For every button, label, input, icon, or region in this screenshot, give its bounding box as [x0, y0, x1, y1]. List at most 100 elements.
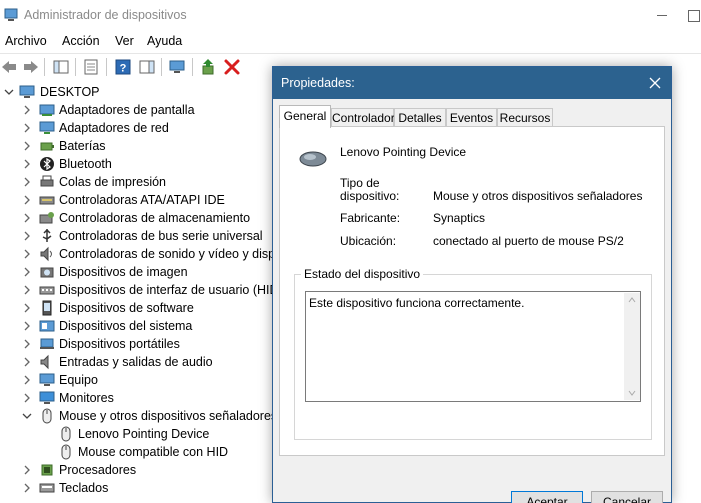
scan-hardware-monitor-icon[interactable] — [168, 58, 186, 76]
cancel-button[interactable]: Cancelar — [591, 491, 663, 503]
maximize-button[interactable] — [684, 6, 701, 24]
battery-icon — [40, 142, 54, 151]
menu-accion[interactable]: Acción — [62, 34, 100, 48]
scroll-up-icon[interactable] — [628, 297, 636, 303]
tree-category[interactable]: Controladoras de bus serie universal — [0, 227, 275, 245]
uninstall-device-icon[interactable] — [223, 58, 241, 76]
tree-item-label: Lenovo Pointing Device — [78, 427, 210, 441]
tab-strip: General Controlador Detalles Eventos Rec… — [279, 105, 667, 128]
tree-item-label: Dispositivos de imagen — [59, 265, 188, 279]
tree-category[interactable]: Dispositivos portátiles — [0, 335, 275, 353]
forward-arrow-icon[interactable] — [22, 58, 40, 76]
chevron-right-icon[interactable] — [22, 302, 32, 314]
computer-icon — [39, 373, 55, 386]
scroll-down-icon[interactable] — [628, 390, 636, 396]
toolbar-separator — [161, 58, 162, 76]
tree-category[interactable]: Dispositivos de interfaz de usuario (HID… — [0, 281, 275, 299]
tree-category[interactable]: Dispositivos de imagen — [0, 263, 275, 281]
help-icon[interactable]: ? — [114, 58, 132, 76]
menu-archivo[interactable]: Archivo — [5, 34, 47, 48]
usb-icon — [42, 228, 52, 242]
tree-root[interactable]: DESKTOP — [0, 83, 275, 101]
tab-controlador[interactable]: Controlador — [331, 108, 395, 127]
tree-item-label: Monitores — [59, 391, 114, 405]
monitor-icon — [39, 391, 55, 404]
tree-child-item[interactable]: Mouse compatible con HID — [0, 443, 275, 461]
chevron-right-icon[interactable] — [22, 194, 32, 206]
tree-item-label: Mouse y otros dispositivos señaladores — [59, 409, 275, 423]
window-titlebar: Administrador de dispositivos — [0, 0, 701, 30]
action-pane-icon[interactable] — [138, 58, 156, 76]
tree-item-label: Bluetooth — [59, 157, 112, 171]
chevron-right-icon[interactable] — [22, 140, 32, 152]
tree-category[interactable]: Dispositivos del sistema — [0, 317, 275, 335]
toolbar-separator — [44, 58, 45, 76]
manufacturer-value: Synaptics — [433, 211, 486, 225]
tree-category[interactable]: Adaptadores de pantalla — [0, 101, 275, 119]
tree-category[interactable]: Entradas y salidas de audio — [0, 353, 275, 371]
chevron-right-icon[interactable] — [22, 482, 32, 494]
tree-item-label: Controladoras de sonido y vídeo y dispos… — [59, 247, 275, 261]
chevron-right-icon[interactable] — [22, 158, 32, 170]
chevron-right-icon[interactable] — [22, 284, 32, 296]
menu-ayuda[interactable]: Ayuda — [147, 34, 182, 48]
properties-icon[interactable] — [82, 58, 100, 76]
tree-item-label: Controladoras de bus serie universal — [59, 229, 263, 243]
close-icon[interactable] — [645, 73, 665, 93]
update-driver-icon[interactable] — [200, 58, 218, 76]
chevron-right-icon[interactable] — [22, 212, 32, 224]
chevron-down-icon[interactable] — [22, 410, 32, 422]
tree-category[interactable]: Baterías — [0, 137, 275, 155]
tree-item-label: Mouse compatible con HID — [78, 445, 229, 459]
chevron-down-icon[interactable] — [4, 86, 14, 98]
tree-category[interactable]: Mouse y otros dispositivos señaladores — [0, 407, 275, 425]
tree-item-label: Dispositivos del sistema — [59, 319, 193, 333]
software-device-icon — [42, 300, 52, 316]
chevron-right-icon[interactable] — [22, 392, 32, 404]
tree-category[interactable]: Dispositivos de software — [0, 299, 275, 317]
minimize-button[interactable] — [652, 6, 672, 24]
hid-icon — [39, 286, 55, 295]
show-hide-console-tree-icon[interactable] — [52, 58, 70, 76]
tree-category[interactable]: Procesadores — [0, 461, 275, 479]
tree-item-label: Colas de impresión — [59, 175, 166, 189]
chevron-right-icon[interactable] — [22, 356, 32, 368]
printer-icon — [40, 175, 54, 187]
device-status-textbox[interactable]: Este dispositivo funciona correctamente. — [305, 291, 641, 402]
ok-button[interactable]: Aceptar — [511, 491, 583, 503]
back-arrow-icon[interactable] — [0, 58, 18, 76]
tab-eventos[interactable]: Eventos — [446, 108, 497, 127]
tree-category[interactable]: Bluetooth — [0, 155, 275, 173]
chevron-right-icon[interactable] — [22, 464, 32, 476]
chevron-right-icon[interactable] — [22, 104, 32, 116]
chevron-right-icon[interactable] — [22, 266, 32, 278]
menu-ver[interactable]: Ver — [115, 34, 134, 48]
chevron-right-icon[interactable] — [22, 320, 32, 332]
tree-child-item[interactable]: Lenovo Pointing Device — [0, 425, 275, 443]
tree-category[interactable]: Controladoras de sonido y vídeo y dispos… — [0, 245, 275, 263]
chevron-right-icon[interactable] — [22, 248, 32, 260]
tree-category[interactable]: Teclados — [0, 479, 275, 497]
tab-recursos[interactable]: Recursos — [497, 108, 553, 127]
tab-detalles[interactable]: Detalles — [394, 108, 446, 127]
tree-item-label: Adaptadores de pantalla — [59, 103, 195, 117]
speaker-icon — [40, 354, 49, 370]
tree-item-label: Dispositivos de interfaz de usuario (HID… — [59, 283, 275, 297]
chevron-right-icon[interactable] — [22, 122, 32, 134]
manufacturer-label: Fabricante: — [340, 211, 401, 225]
chevron-right-icon[interactable] — [22, 338, 32, 350]
mouse-icon — [42, 408, 52, 424]
tree-category[interactable]: Adaptadores de red — [0, 119, 275, 137]
status-scrollbar[interactable] — [624, 293, 640, 400]
tab-general[interactable]: General — [279, 105, 331, 128]
tree-category[interactable]: Controladoras ATA/ATAPI IDE — [0, 191, 275, 209]
tree-category[interactable]: Monitores — [0, 389, 275, 407]
device-status-legend: Estado del dispositivo — [301, 267, 424, 281]
chevron-right-icon[interactable] — [22, 230, 32, 242]
tree-category[interactable]: Equipo — [0, 371, 275, 389]
tree-category[interactable]: Colas de impresión — [0, 173, 275, 191]
bluetooth-icon — [40, 157, 54, 171]
tree-category[interactable]: Controladoras de almacenamiento — [0, 209, 275, 227]
chevron-right-icon[interactable] — [22, 374, 32, 386]
chevron-right-icon[interactable] — [22, 176, 32, 188]
